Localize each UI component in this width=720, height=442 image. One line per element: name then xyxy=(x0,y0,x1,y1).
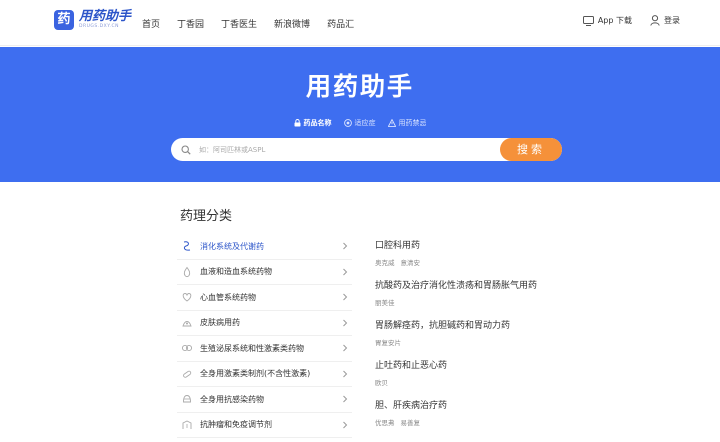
nav-link-doctor[interactable]: 丁香医生 xyxy=(221,17,257,30)
hormone-icon xyxy=(180,367,194,381)
subcategory-item: 胆、肝疾病治疗药 优思弗 易善复 xyxy=(375,398,635,438)
lock-icon xyxy=(294,119,300,127)
top-nav: 药 用药助手 DRUGS.DXY.CN 首页 丁香园 丁香医生 新浪微博 药品汇… xyxy=(0,0,720,46)
section-title: 药理分类 xyxy=(180,209,233,224)
drug-link[interactable]: 优思弗 xyxy=(375,417,395,427)
urogenital-icon xyxy=(180,341,194,355)
chevron-right-icon xyxy=(343,268,348,275)
drug-link[interactable]: 胃复安片 xyxy=(375,337,401,347)
category-list: 消化系统及代谢药 血液和造血系统药物 心血管系统药物 皮肤病用药 生殖泌尿系统和… xyxy=(177,234,352,438)
category-item-dermatology[interactable]: 皮肤病用药 xyxy=(177,311,352,336)
category-item-urogenital[interactable]: 生殖泌尿系统和性激素类药物 xyxy=(177,336,352,362)
antitumor-icon xyxy=(180,418,194,432)
tab-contraindication[interactable]: 用药禁忌 xyxy=(387,118,427,128)
search-button[interactable]: 搜索 xyxy=(500,138,562,161)
chevron-right-icon xyxy=(343,242,348,250)
chevron-right-icon xyxy=(343,344,348,352)
search-bar: 搜索 xyxy=(171,138,562,161)
skin-icon xyxy=(180,316,194,330)
category-item-antitumor[interactable]: 抗肿瘤和免疫调节剂 xyxy=(177,413,352,438)
subcategory-title[interactable]: 口腔科用药 xyxy=(375,238,635,251)
category-item-anti-infective[interactable]: 全身用抗感染药物 xyxy=(177,387,352,413)
chevron-right-icon xyxy=(343,293,348,301)
subcategory-list: 口腔科用药 奥克威 意清安 抗酸药及治疗消化性溃疡和胃肠胀气用药 丽美佳 胃肠解… xyxy=(375,238,635,438)
chevron-right-icon xyxy=(343,395,348,403)
logo[interactable]: 药 用药助手 DRUGS.DXY.CN xyxy=(54,10,131,30)
app-download-link[interactable]: App 下载 xyxy=(582,15,632,26)
digestive-icon xyxy=(180,239,194,253)
login-label: 登录 xyxy=(664,16,680,25)
monitor-icon xyxy=(582,15,594,26)
subcategory-title[interactable]: 止吐药和止恶心药 xyxy=(375,358,635,371)
indication-icon xyxy=(343,119,352,127)
subcategory-item: 口腔科用药 奥克威 意清安 xyxy=(375,238,635,278)
login-link[interactable]: 登录 xyxy=(650,15,680,26)
drug-link[interactable]: 意清安 xyxy=(401,257,421,267)
user-icon xyxy=(650,15,660,26)
warning-icon xyxy=(387,119,396,127)
drug-link[interactable]: 欧贝 xyxy=(375,377,388,387)
tab-drug-name[interactable]: 药品名称 xyxy=(294,118,332,128)
heart-icon xyxy=(180,290,194,304)
subcategory-item: 抗酸药及治疗消化性溃疡和胃肠胀气用药 丽美佳 xyxy=(375,278,635,318)
category-item-digestive[interactable]: 消化系统及代谢药 xyxy=(177,234,352,260)
logo-title: 用药助手 xyxy=(79,9,132,24)
chevron-right-icon xyxy=(343,421,348,428)
search-input[interactable] xyxy=(199,145,499,154)
category-item-cardiovascular[interactable]: 心血管系统药物 xyxy=(177,285,352,311)
drug-link[interactable]: 奥克威 xyxy=(375,257,395,267)
chevron-right-icon xyxy=(343,319,348,326)
blood-icon xyxy=(180,265,194,279)
nav-link-weibo[interactable]: 新浪微博 xyxy=(274,17,310,30)
logo-mark: 药 xyxy=(54,10,74,30)
subcategory-title[interactable]: 胆、肝疾病治疗药 xyxy=(375,398,635,411)
nav-link-dxy[interactable]: 丁香园 xyxy=(177,17,204,30)
app-download-label: App 下载 xyxy=(597,16,632,25)
category-item-hormone[interactable]: 全身用激素类制剂(不含性激素) xyxy=(177,362,352,387)
nav-link-drug-hub[interactable]: 药品汇 xyxy=(327,17,354,30)
drug-link[interactable]: 丽美佳 xyxy=(375,297,395,307)
anti-infective-icon xyxy=(180,392,194,406)
subcategory-item: 胃肠解痉药，抗胆碱药和胃动力药 胃复安片 xyxy=(375,318,635,358)
hero-banner: 用药助手 药品名称 适应症 用药禁忌 如：阿司匹林或ASPL 搜索 xyxy=(0,47,720,182)
subcategory-title[interactable]: 胃肠解痉药，抗胆碱药和胃动力药 xyxy=(375,318,635,331)
nav-links: 首页 丁香园 丁香医生 新浪微博 药品汇 xyxy=(142,17,371,30)
chevron-right-icon xyxy=(343,370,348,377)
logo-subtitle: DRUGS.DXY.CN xyxy=(79,24,119,29)
nav-link-home[interactable]: 首页 xyxy=(142,17,160,30)
drug-link[interactable]: 易善复 xyxy=(401,417,421,427)
search-icon xyxy=(181,144,193,156)
subcategory-item: 止吐药和止恶心药 欧贝 xyxy=(375,358,635,398)
tab-indication[interactable]: 适应症 xyxy=(343,118,376,128)
category-item-blood[interactable]: 血液和造血系统药物 xyxy=(177,260,352,285)
subcategory-title[interactable]: 抗酸药及治疗消化性溃疡和胃肠胀气用药 xyxy=(375,278,635,291)
hero-title: 用药助手 xyxy=(305,72,414,101)
search-tabs: 药品名称 适应症 用药禁忌 xyxy=(0,118,720,128)
